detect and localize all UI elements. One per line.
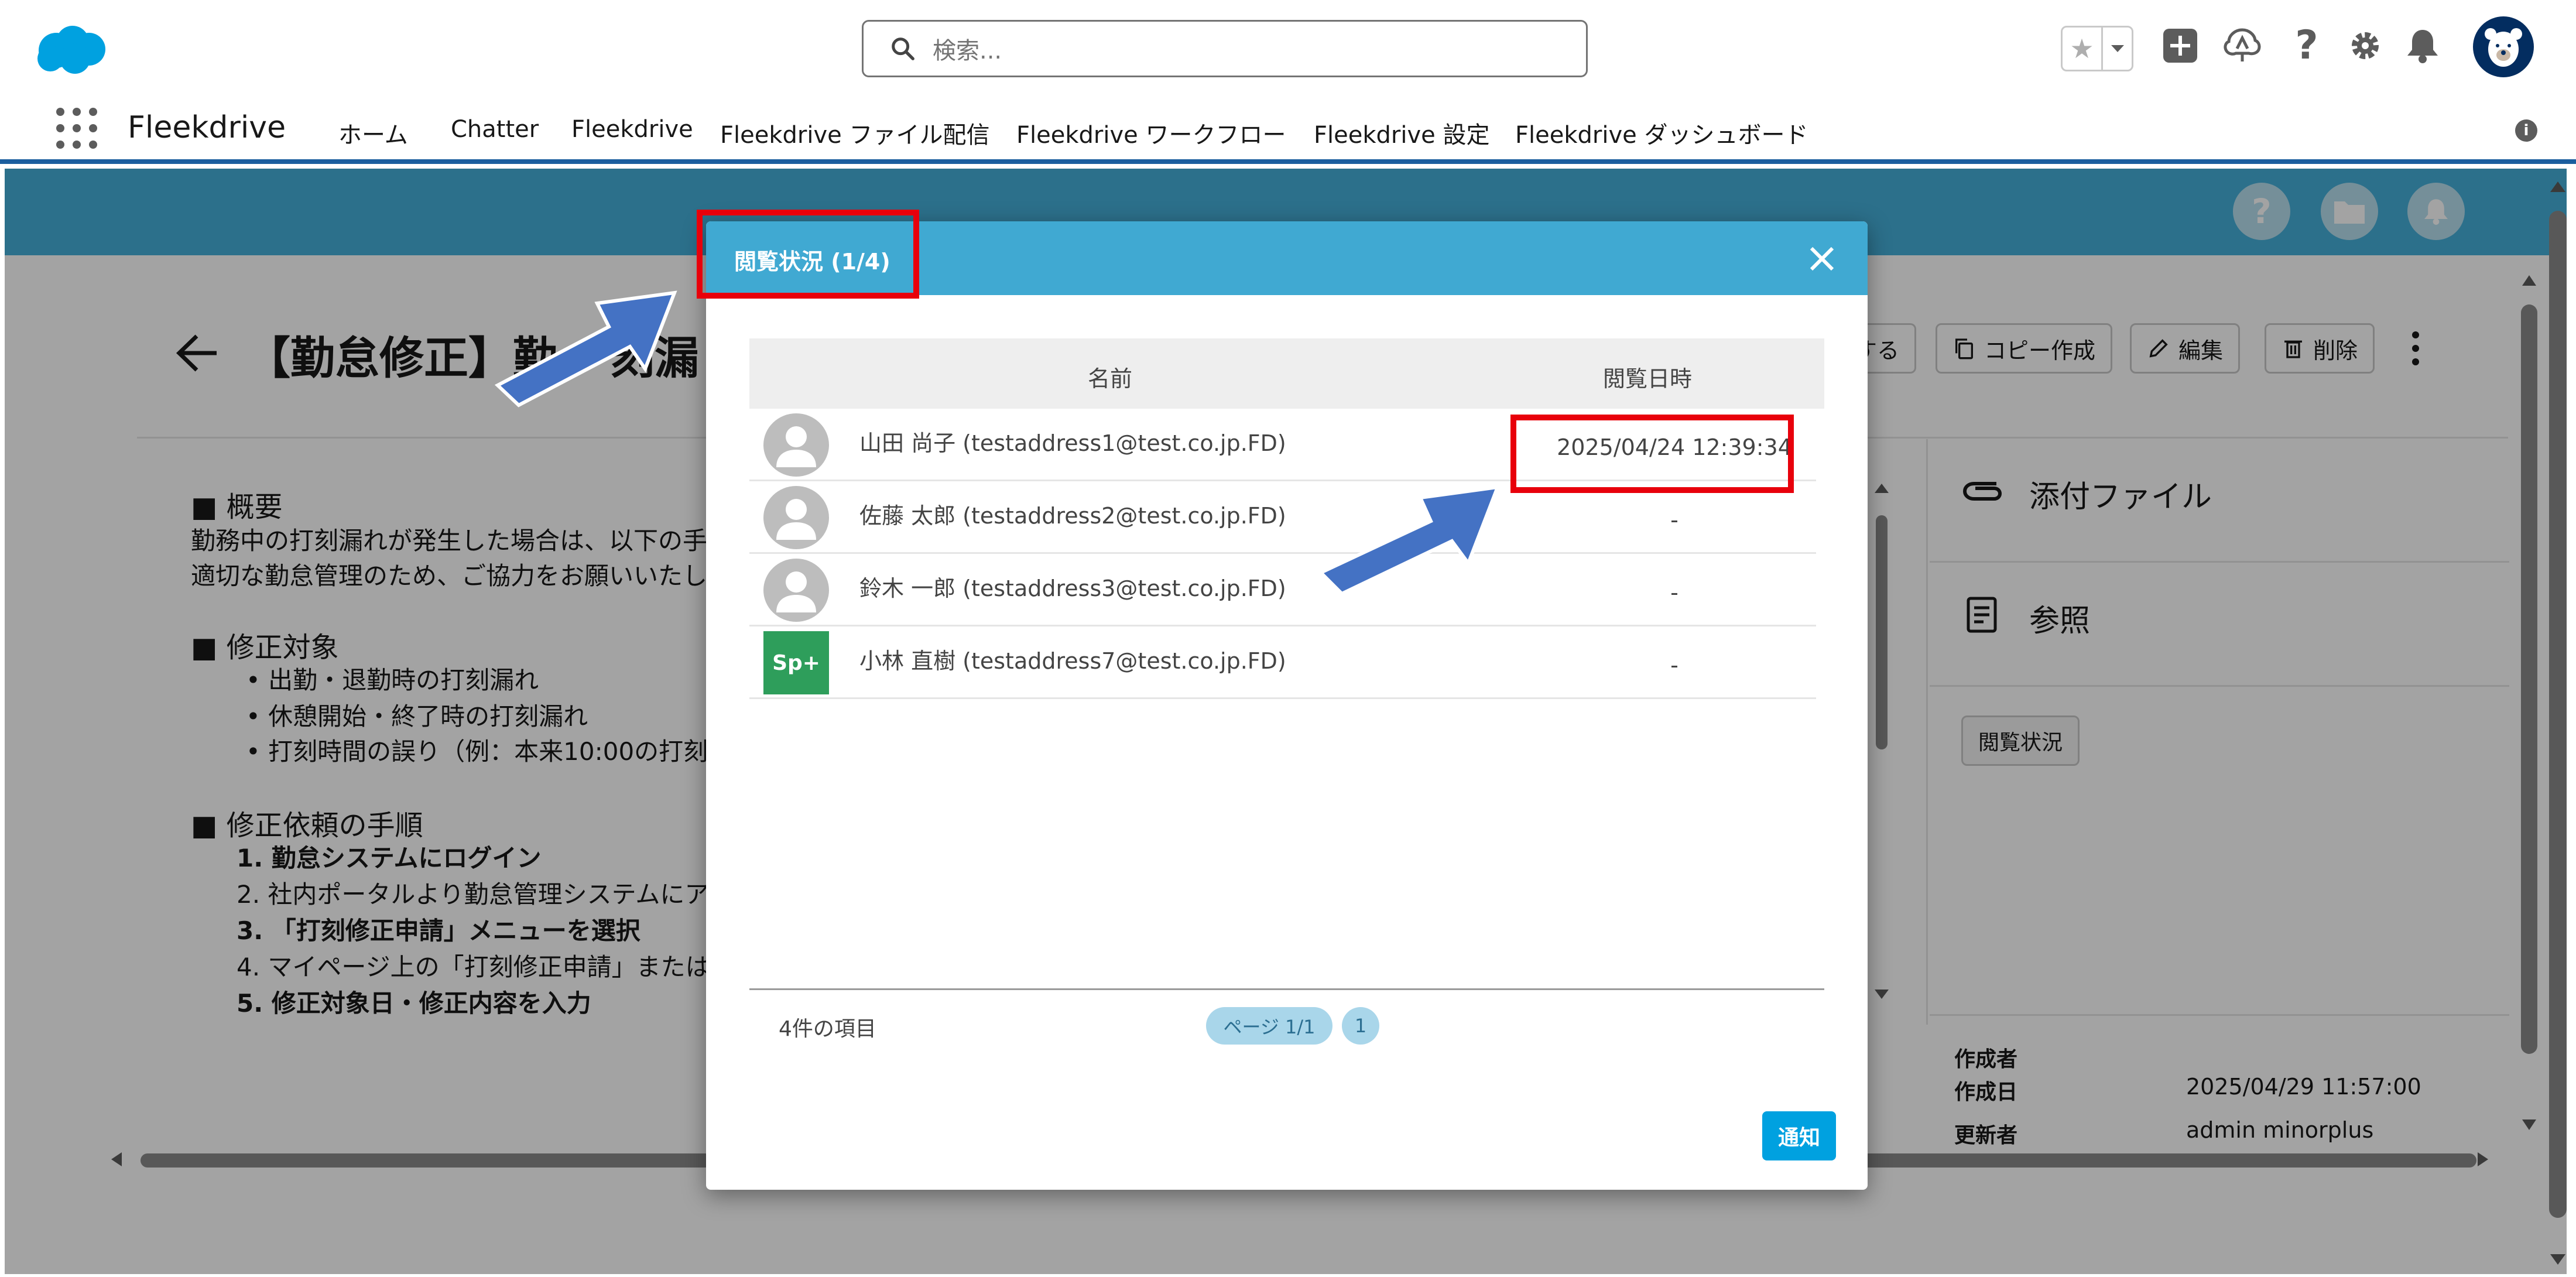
column-header-name[interactable]: 名前 (1088, 361, 1132, 393)
chevron-down-icon[interactable] (2101, 28, 2132, 70)
nav-item-dashboard[interactable]: Fleekdrive ダッシュボード (1515, 116, 1808, 150)
person-avatar-icon (763, 486, 829, 549)
column-header-viewed-at[interactable]: 閲覧日時 (1603, 361, 1692, 393)
row-viewed-at: - (1670, 507, 1678, 533)
row-name: 鈴木 一郎 (testaddress3@test.co.jp.FD) (859, 576, 1286, 601)
app-name: Fleekdrive (128, 110, 286, 145)
item-count: 4件の項目 (779, 1017, 876, 1041)
row-name: 山田 尚子 (testaddress1@test.co.jp.FD) (859, 430, 1286, 456)
nav-item-fleekdrive[interactable]: Fleekdrive (571, 116, 693, 143)
annotation-highlight-date (1510, 415, 1794, 493)
gear-icon[interactable] (2342, 22, 2389, 69)
app-nav-bar: Fleekdrive ホーム Chatter Fleekdrive Fleekd… (0, 94, 2576, 164)
global-header: 検索... ★ ? (0, 0, 2576, 85)
nav-item-file-delivery[interactable]: Fleekdrive ファイル配信 (720, 116, 989, 150)
add-icon[interactable] (2157, 22, 2204, 69)
global-search-input[interactable]: 検索... (862, 20, 1588, 77)
table-header-row: 名前 閲覧日時 (749, 338, 1824, 409)
row-name: 小林 直樹 (testaddress7@test.co.jp.FD) (859, 648, 1286, 674)
view-status-modal: 閲覧状況 (1/4) 名前 閲覧日時 山田 尚子 (testaddress1@t… (706, 221, 1868, 1190)
info-icon[interactable]: i (2515, 119, 2537, 142)
nav-item-home[interactable]: ホーム (338, 116, 408, 150)
bell-icon[interactable] (2399, 22, 2446, 69)
favorites-group[interactable]: ★ (2061, 26, 2133, 71)
notify-button[interactable]: 通知 (1762, 1111, 1836, 1160)
person-avatar-icon (763, 413, 829, 477)
annotation-arrow (494, 290, 677, 408)
close-icon[interactable] (1804, 241, 1839, 276)
sp-plus-avatar: Sp+ (763, 631, 829, 694)
trailhead-icon[interactable] (2219, 22, 2266, 69)
star-icon[interactable]: ★ (2063, 28, 2101, 70)
salesforce-cloud-icon[interactable] (33, 22, 109, 75)
row-viewed-at: - (1670, 580, 1678, 605)
app-launcher-icon[interactable] (56, 108, 97, 149)
annotation-arrow (1317, 485, 1501, 596)
help-icon[interactable]: ? (2283, 22, 2330, 69)
row-name: 佐藤 太郎 (testaddress2@test.co.jp.FD) (859, 503, 1286, 529)
row-viewed-at: - (1670, 652, 1678, 678)
user-avatar-icon[interactable] (2473, 16, 2534, 77)
person-avatar-icon (763, 559, 829, 622)
divider (749, 988, 1824, 990)
search-placeholder: 検索... (933, 37, 1002, 64)
search-icon (892, 37, 914, 60)
nav-item-settings[interactable]: Fleekdrive 設定 (1314, 116, 1489, 150)
nav-item-chatter[interactable]: Chatter (451, 116, 539, 143)
pager-page-1[interactable]: 1 (1342, 1007, 1379, 1045)
table-row[interactable]: Sp+ 小林 直樹 (testaddress7@test.co.jp.FD) - (749, 626, 1816, 699)
annotation-highlight-title (697, 210, 919, 299)
nav-item-workflow[interactable]: Fleekdrive ワークフロー (1016, 116, 1286, 150)
table-row[interactable]: 鈴木 一郎 (testaddress3@test.co.jp.FD) - (749, 554, 1816, 626)
pager-page-indicator: ページ 1/1 (1206, 1007, 1332, 1045)
